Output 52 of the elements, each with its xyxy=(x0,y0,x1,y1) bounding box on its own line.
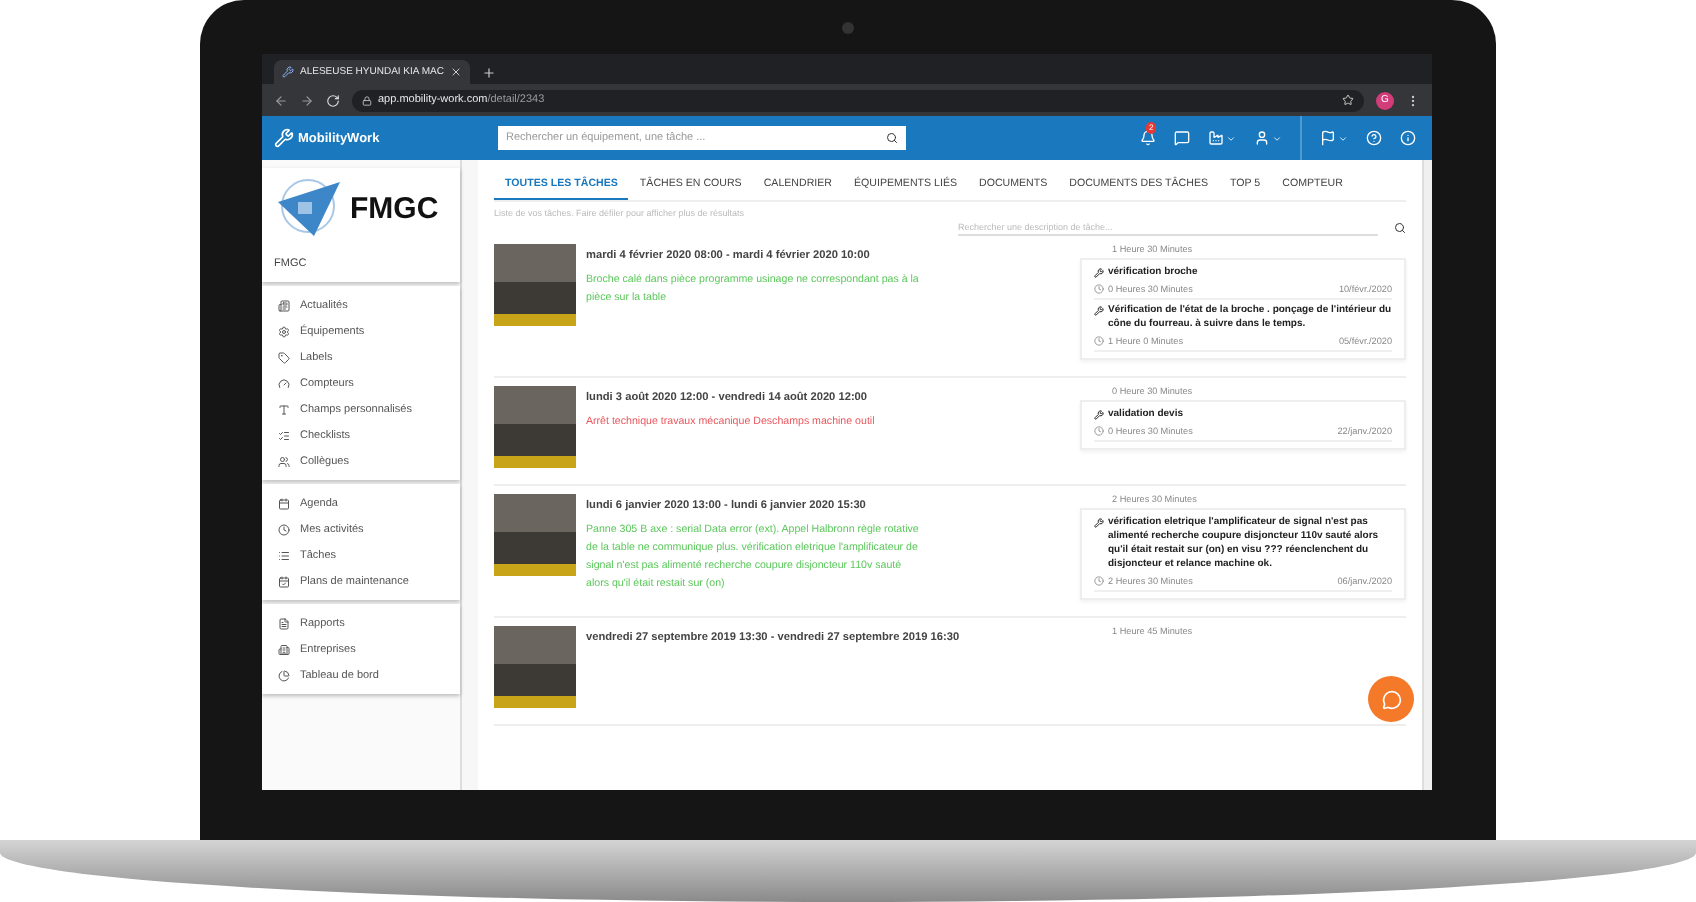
menu-item-icon xyxy=(278,429,290,441)
caret-icon[interactable] xyxy=(1272,133,1282,143)
wrench-logo-icon xyxy=(274,128,294,148)
help-icon[interactable] xyxy=(1366,130,1382,146)
menu-item-icon xyxy=(278,455,290,467)
user-icon[interactable] xyxy=(1254,130,1270,146)
wrench-icon xyxy=(1094,268,1104,278)
menu-item-icon xyxy=(278,497,290,509)
star-icon[interactable] xyxy=(1342,94,1354,106)
wrench-icon xyxy=(282,66,294,78)
menu-item-icon xyxy=(278,669,290,681)
caret-icon[interactable] xyxy=(1226,133,1236,143)
clock-icon xyxy=(1094,284,1104,294)
photo-placeholder xyxy=(494,626,576,708)
reload-icon[interactable] xyxy=(326,93,340,107)
close-icon[interactable] xyxy=(450,66,462,78)
menu-icon[interactable] xyxy=(1406,93,1420,107)
photo-placeholder xyxy=(494,244,576,326)
wrench-icon xyxy=(1094,306,1104,316)
factory-icon[interactable] xyxy=(1208,130,1224,146)
clock-icon xyxy=(1094,336,1104,346)
menu-item-icon xyxy=(278,523,290,535)
menu-item-icon xyxy=(278,575,290,587)
menu-item-icon xyxy=(278,325,290,337)
camera-icon xyxy=(842,22,854,34)
lock-icon xyxy=(362,95,372,105)
flag-icon[interactable] xyxy=(1320,130,1336,146)
search-icon xyxy=(886,132,898,144)
triangle-logo-icon xyxy=(274,178,342,238)
bell-icon[interactable] xyxy=(1140,130,1156,146)
search-icon[interactable] xyxy=(1394,222,1406,234)
info-icon[interactable] xyxy=(1400,130,1416,146)
wrench-icon xyxy=(1094,410,1104,420)
new-tab-icon[interactable] xyxy=(482,66,496,80)
menu-item-icon xyxy=(278,377,290,389)
menu-item-icon xyxy=(278,299,290,311)
chat-bubble-icon xyxy=(1381,689,1401,709)
menu-item-icon xyxy=(278,549,290,561)
company-logo-text: FMGC xyxy=(350,191,439,225)
forward-icon[interactable] xyxy=(300,93,314,107)
clock-icon xyxy=(1094,426,1104,436)
chat-icon[interactable] xyxy=(1174,130,1190,146)
menu-item-icon xyxy=(278,403,290,415)
caret-icon[interactable] xyxy=(1338,133,1348,143)
clock-icon xyxy=(1094,576,1104,586)
back-icon[interactable] xyxy=(274,93,288,107)
wrench-icon xyxy=(1094,518,1104,528)
menu-item-icon xyxy=(278,643,290,655)
photo-placeholder xyxy=(494,494,576,576)
photo-placeholder xyxy=(494,386,576,468)
menu-item-icon xyxy=(278,617,290,629)
menu-item-icon xyxy=(278,351,290,363)
